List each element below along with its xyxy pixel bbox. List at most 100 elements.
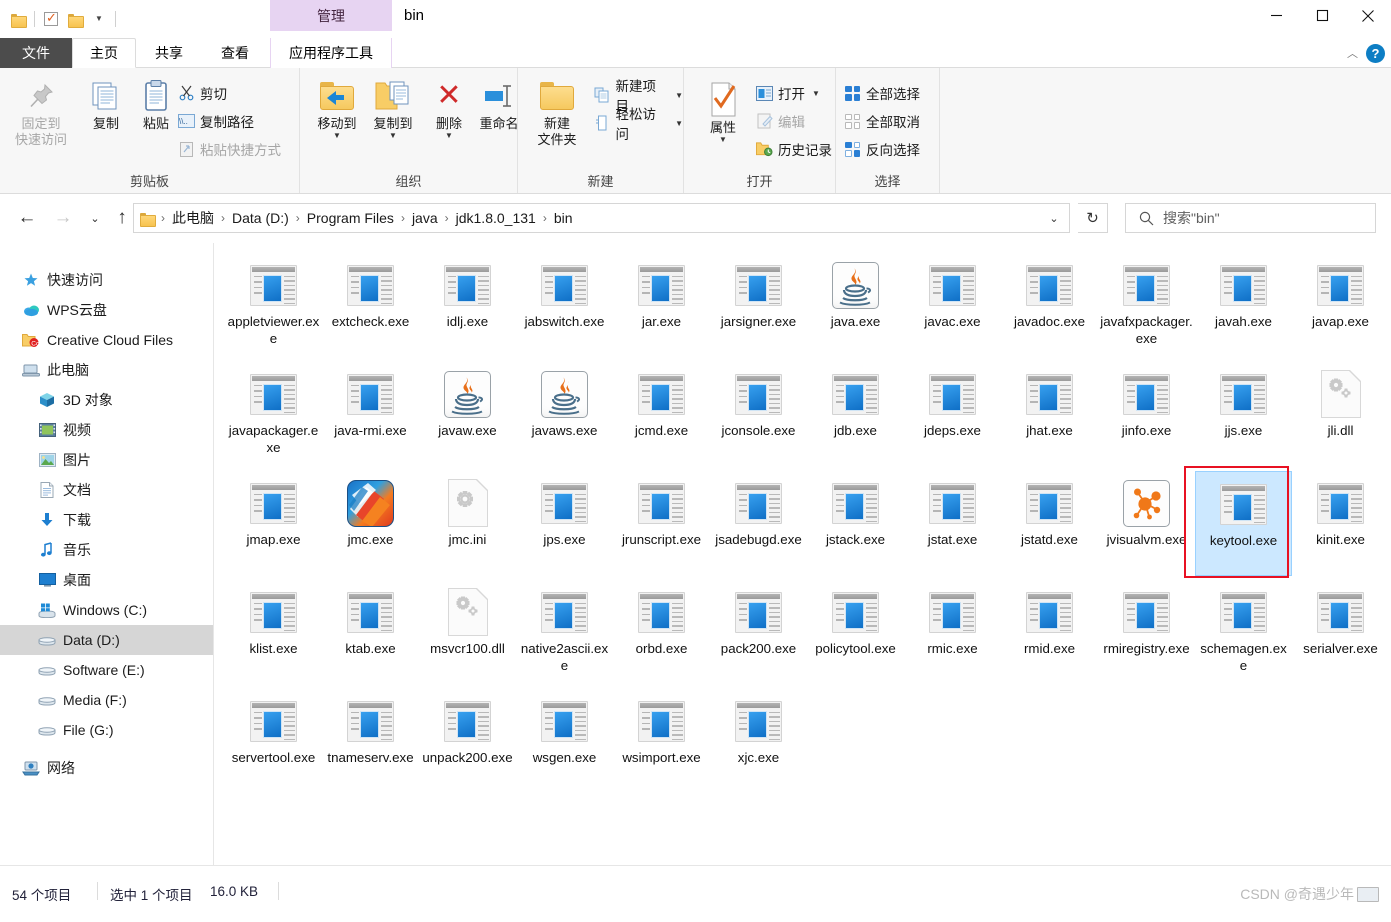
maximize-button[interactable]	[1299, 0, 1345, 31]
sidebar-item-windows-c[interactable]: Windows (C:)	[0, 595, 213, 625]
file-item[interactable]: javafxpackager.exe	[1098, 253, 1195, 358]
breadcrumb-separator[interactable]: ›	[217, 211, 229, 225]
forward-button[interactable]: →	[48, 203, 78, 233]
help-icon[interactable]: ?	[1366, 43, 1385, 63]
breadcrumb-item-data-d[interactable]: Data (D:)	[229, 210, 292, 226]
breadcrumb[interactable]: › 此电脑 › Data (D:) › Program Files › java…	[133, 203, 1070, 233]
file-item[interactable]: javaw.exe	[419, 362, 516, 467]
qat-customize-chevron-down-icon[interactable]: ▼	[87, 7, 111, 31]
file-item[interactable]: wsgen.exe	[516, 689, 613, 794]
move-to-button[interactable]: 移动到 ▼	[306, 76, 368, 140]
file-item[interactable]: javac.exe	[904, 253, 1001, 358]
file-item[interactable]: rmiregistry.exe	[1098, 580, 1195, 685]
easy-access-chevron-down-icon[interactable]: ▼	[675, 119, 683, 128]
file-item[interactable]: jar.exe	[613, 253, 710, 358]
minimize-button[interactable]	[1253, 0, 1299, 31]
file-item[interactable]: jps.exe	[516, 471, 613, 576]
file-item[interactable]: policytool.exe	[807, 580, 904, 685]
file-item[interactable]: tnameserv.exe	[322, 689, 419, 794]
move-to-chevron-down-icon[interactable]: ▼	[306, 132, 368, 140]
sidebar-item-documents[interactable]: 文档	[0, 475, 213, 505]
file-item[interactable]: appletviewer.exe	[225, 253, 322, 358]
sidebar-item-this-pc[interactable]: 此电脑	[0, 355, 213, 385]
file-item[interactable]: javah.exe	[1195, 253, 1292, 358]
invert-selection-button[interactable]: 反向选择	[844, 138, 920, 160]
refresh-button[interactable]: ↻	[1078, 203, 1108, 233]
file-item[interactable]: jhat.exe	[1001, 362, 1098, 467]
file-item[interactable]: javap.exe	[1292, 253, 1389, 358]
sidebar-item-downloads[interactable]: 下载	[0, 505, 213, 535]
file-item[interactable]: jvisualvm.exe	[1098, 471, 1195, 576]
sidebar-item-music[interactable]: 音乐	[0, 535, 213, 565]
file-item[interactable]: jdeps.exe	[904, 362, 1001, 467]
breadcrumb-separator[interactable]: ›	[292, 211, 304, 225]
file-item[interactable]: javadoc.exe	[1001, 253, 1098, 358]
file-item[interactable]: idlj.exe	[419, 253, 516, 358]
sidebar-item-pictures[interactable]: 图片	[0, 445, 213, 475]
file-item[interactable]: jstat.exe	[904, 471, 1001, 576]
file-item[interactable]: jconsole.exe	[710, 362, 807, 467]
sidebar-item-creative-cloud-files[interactable]: Cc Creative Cloud Files	[0, 325, 213, 355]
breadcrumb-item-java[interactable]: java	[409, 210, 441, 226]
file-item[interactable]: jstack.exe	[807, 471, 904, 576]
file-item[interactable]: pack200.exe	[710, 580, 807, 685]
file-item[interactable]: jmc.exe	[322, 471, 419, 576]
file-item[interactable]: jdb.exe	[807, 362, 904, 467]
recent-locations-button[interactable]: ⌄	[80, 203, 110, 233]
file-item[interactable]: schemagen.exe	[1195, 580, 1292, 685]
collapse-ribbon-chevron-up-icon[interactable]: ︿	[1347, 45, 1358, 61]
cut-button[interactable]: 剪切	[178, 82, 227, 104]
file-item[interactable]: msvcr100.dll	[419, 580, 516, 685]
sidebar-item-media-f[interactable]: Media (F:)	[0, 685, 213, 715]
breadcrumb-separator[interactable]: ›	[397, 211, 409, 225]
file-item[interactable]: kinit.exe	[1292, 471, 1389, 576]
sidebar-item-3d-objects[interactable]: 3D 对象	[0, 385, 213, 415]
qat-properties-checkbox-icon[interactable]	[39, 7, 63, 31]
copy-path-button[interactable]: \\.. 复制路径	[178, 110, 254, 132]
pin-to-quick-access-button[interactable]: 固定到 快速访问	[10, 76, 72, 148]
sidebar-item-software-e[interactable]: Software (E:)	[0, 655, 213, 685]
file-item[interactable]: orbd.exe	[613, 580, 710, 685]
close-button[interactable]	[1345, 0, 1391, 31]
file-item[interactable]: klist.exe	[225, 580, 322, 685]
open-button[interactable]: 打开 ▼	[756, 82, 820, 104]
sidebar-item-network[interactable]: 网络	[0, 753, 213, 783]
breadcrumb-item-this-pc[interactable]: 此电脑	[169, 208, 217, 228]
search-box[interactable]: 搜索"bin"	[1125, 203, 1376, 233]
file-item[interactable]: jmc.ini	[419, 471, 516, 576]
file-item[interactable]: java.exe	[807, 253, 904, 358]
breadcrumb-item-bin[interactable]: bin	[551, 210, 576, 226]
copy-to-button[interactable]: 复制到 ▼	[362, 76, 424, 140]
breadcrumb-item-jdk[interactable]: jdk1.8.0_131	[453, 210, 539, 226]
file-item[interactable]: jstatd.exe	[1001, 471, 1098, 576]
file-item[interactable]: rmid.exe	[1001, 580, 1098, 685]
sidebar-item-file-g[interactable]: File (G:)	[0, 715, 213, 745]
file-item[interactable]: javapackager.exe	[225, 362, 322, 467]
breadcrumb-item-program-files[interactable]: Program Files	[304, 210, 397, 226]
tab-file[interactable]: 文件	[0, 38, 72, 68]
file-list-pane[interactable]: appletviewer.exe extcheck.exe idlj.exe jabs…	[215, 243, 1391, 865]
tab-view[interactable]: 查看	[202, 38, 268, 68]
file-item[interactable]: ktab.exe	[322, 580, 419, 685]
file-item[interactable]: jsadebugd.exe	[710, 471, 807, 576]
file-item[interactable]: javaws.exe	[516, 362, 613, 467]
file-item[interactable]: native2ascii.exe	[516, 580, 613, 685]
file-item[interactable]: extcheck.exe	[322, 253, 419, 358]
easy-access-button[interactable]: 轻松访问 ▼	[594, 107, 683, 142]
file-item[interactable]: rmic.exe	[904, 580, 1001, 685]
sidebar-item-quick-access[interactable]: 快速访问	[0, 265, 213, 295]
file-item[interactable]: unpack200.exe	[419, 689, 516, 794]
search-input[interactable]: 搜索"bin"	[1163, 208, 1220, 228]
sidebar-item-desktop[interactable]: 桌面	[0, 565, 213, 595]
properties-chevron-down-icon[interactable]: ▼	[692, 136, 754, 144]
select-all-button[interactable]: 全部选择	[844, 82, 920, 104]
copy-to-chevron-down-icon[interactable]: ▼	[362, 132, 424, 140]
file-item[interactable]: serialver.exe	[1292, 580, 1389, 685]
new-item-chevron-down-icon[interactable]: ▼	[675, 91, 683, 100]
file-item[interactable]: xjc.exe	[710, 689, 807, 794]
address-dropdown-chevron-down-icon[interactable]: ⌄	[1040, 204, 1068, 232]
file-item[interactable]: keytool.exe	[1195, 471, 1292, 576]
file-item[interactable]: jrunscript.exe	[613, 471, 710, 576]
breadcrumb-separator[interactable]: ›	[157, 211, 169, 225]
tab-share[interactable]: 共享	[136, 38, 202, 68]
